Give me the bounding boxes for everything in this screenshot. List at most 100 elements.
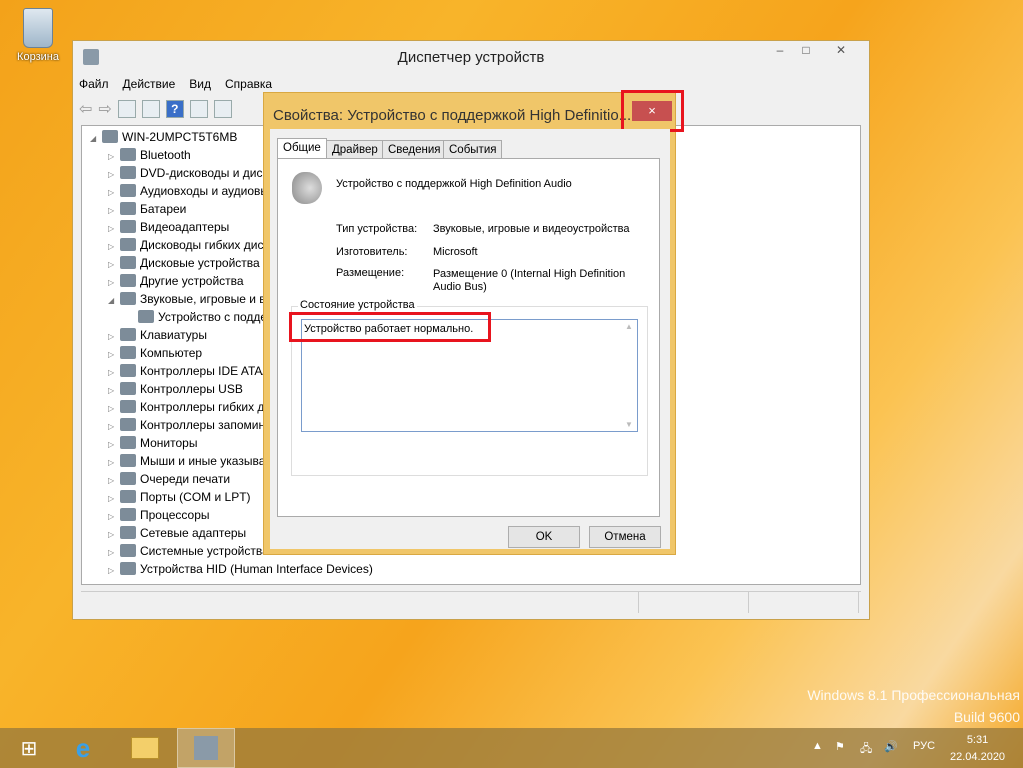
recycle-bin-icon [23, 8, 53, 48]
tree-item-label: Очереди печати [140, 472, 231, 486]
help-icon[interactable]: ? [165, 100, 184, 118]
tree-item-label: Bluetooth [140, 148, 191, 162]
tree-item[interactable]: ▷ Устройства HID (Human Interface Devices… [108, 560, 373, 578]
tree-item[interactable]: ▷ Дисководы гибких дисков [108, 236, 282, 254]
system-icon [120, 544, 136, 557]
collapse-arrow-icon[interactable]: ◢ [108, 292, 120, 310]
network-icon[interactable]: 🖧 [860, 740, 872, 759]
clock-date: 22.04.2020 [950, 751, 1006, 763]
tree-item[interactable]: ▷ Очереди печати [108, 470, 230, 488]
device-manager-icon [83, 49, 99, 65]
dvd-icon [120, 166, 136, 179]
menu-bar: Файл Действие Вид Справка [79, 77, 272, 95]
taskbar-explorer[interactable] [116, 728, 174, 768]
tree-item[interactable]: ▷ Батареи [108, 200, 186, 218]
tree-item[interactable]: ▷ Сетевые адаптеры [108, 524, 246, 542]
clock[interactable]: 5:31 22.04.2020 [950, 732, 1005, 766]
tree-item[interactable]: ▷ Порты (COM и LPT) [108, 488, 251, 506]
windows-watermark: Windows 8.1 Профессиональная Build 9600 [807, 684, 1020, 728]
folder-icon [131, 737, 159, 759]
forward-icon[interactable]: ⇨ [98, 99, 111, 119]
window-title: Диспетчер устройств [73, 41, 869, 75]
taskbar: ⊞ e ▲ ⚑ 🖧 🔊 РУС 5:31 22.04.2020 [0, 728, 1023, 768]
taskbar-device-manager[interactable] [177, 728, 235, 768]
tree-item-label: Видеоадаптеры [140, 220, 230, 234]
tree-item-label: Дисковые устройства [140, 256, 260, 270]
computer-icon [102, 130, 118, 143]
recycle-bin[interactable]: Корзина [12, 8, 64, 63]
tree-item-label: Процессоры [140, 508, 210, 522]
toolbar: ⇦ ⇨ ? [79, 98, 232, 120]
status-scrollbar[interactable]: ▲ ▼ [621, 320, 637, 431]
device-type-value: Звуковые, игровые и видеоустройства [433, 223, 630, 235]
taskbar-ie[interactable]: e [54, 728, 112, 768]
tab-details[interactable]: Сведения [382, 140, 447, 159]
mouse-icon [120, 454, 136, 467]
collapse-arrow-icon[interactable]: ◢ [90, 130, 102, 148]
internet-explorer-icon: e [75, 732, 91, 763]
tab-driver[interactable]: Драйвер [326, 140, 384, 159]
start-button[interactable]: ⊞ [0, 728, 58, 768]
menu-file[interactable]: Файл [79, 77, 109, 95]
speaker-icon [292, 172, 322, 204]
speaker-icon [120, 184, 136, 197]
manufacturer-value: Microsoft [433, 246, 478, 258]
tree-item[interactable]: ▷ Bluetooth [108, 146, 191, 164]
highlight-close [621, 90, 684, 132]
show-hide-console-tree-icon[interactable] [117, 100, 136, 118]
properties-icon[interactable] [141, 100, 160, 118]
dialog-title: Свойства: Устройство с поддержкой High D… [273, 107, 632, 124]
tree-item[interactable]: ▷ Системные устройства [108, 542, 269, 560]
display-adapter-icon [120, 220, 136, 233]
device-name: Устройство с поддержкой High Definition … [336, 178, 572, 190]
language-indicator[interactable]: РУС [913, 740, 935, 752]
tree-item-label: Другие устройства [140, 274, 244, 288]
watermark-edition: Windows 8.1 Профессиональная [807, 687, 1020, 703]
tree-item[interactable]: ▷ Дисковые устройства [108, 254, 260, 272]
recycle-bin-label: Корзина [17, 51, 59, 63]
location-value: Размещение 0 (Internal High Definition A… [433, 268, 626, 293]
tree-item-label: Устройства HID (Human Interface Devices) [140, 562, 373, 576]
tree-item-label: Системные устройства [140, 544, 269, 558]
tree-item-label: Мониторы [140, 436, 198, 450]
tree-item-label: Дисководы гибких дисков [140, 238, 282, 252]
tree-item[interactable]: ▷ Клавиатуры [108, 326, 207, 344]
tab-general[interactable]: Общие [277, 138, 327, 159]
maximize-button[interactable]: □ [793, 43, 819, 59]
tree-item[interactable]: ▷ Процессоры [108, 506, 210, 524]
minimize-button[interactable]: – [767, 43, 793, 59]
cancel-button[interactable]: Отмена [589, 526, 661, 548]
tree-item[interactable]: ▷ Мониторы [108, 434, 197, 452]
show-action-pane-icon[interactable] [189, 100, 208, 118]
tree-item-label: Компьютер [140, 346, 203, 360]
monitor-icon [120, 436, 136, 449]
printer-icon [120, 472, 136, 485]
menu-view[interactable]: Вид [189, 77, 211, 95]
tree-root[interactable]: ◢ WIN-2UMPCT5T6MB [90, 128, 237, 146]
tree-item[interactable]: ▷ Другие устройства [108, 272, 244, 290]
scan-hardware-icon[interactable] [213, 100, 232, 118]
speaker-icon [138, 310, 154, 323]
menu-action[interactable]: Действие [123, 77, 176, 95]
tree-item-label: Батареи [140, 202, 187, 216]
ok-button[interactable]: OK [508, 526, 580, 548]
close-button[interactable]: ✕ [819, 43, 863, 59]
properties-dialog: Свойства: Устройство с поддержкой High D… [263, 90, 684, 555]
tab-events[interactable]: События [443, 140, 503, 159]
action-center-flag-icon[interactable]: ⚑ [835, 740, 845, 753]
tree-item[interactable]: ▷ Компьютер [108, 344, 202, 362]
expand-arrow-icon[interactable]: ▷ [108, 562, 120, 580]
show-hidden-icons[interactable]: ▲ [812, 740, 823, 752]
unknown-device-icon [120, 274, 136, 287]
computer-icon [120, 346, 136, 359]
device-manager-icon [194, 736, 218, 760]
volume-icon[interactable]: 🔊 [884, 740, 898, 753]
back-icon[interactable]: ⇦ [79, 99, 92, 119]
manufacturer-label: Изготовитель: [336, 246, 408, 258]
tree-item[interactable]: ▷ Контроллеры USB [108, 380, 243, 398]
cpu-icon [120, 508, 136, 521]
keyboard-icon [120, 328, 136, 341]
tree-item-label: WIN-2UMPCT5T6MB [122, 130, 238, 144]
speaker-icon [120, 292, 136, 305]
tree-item[interactable]: ▷ Видеоадаптеры [108, 218, 229, 236]
